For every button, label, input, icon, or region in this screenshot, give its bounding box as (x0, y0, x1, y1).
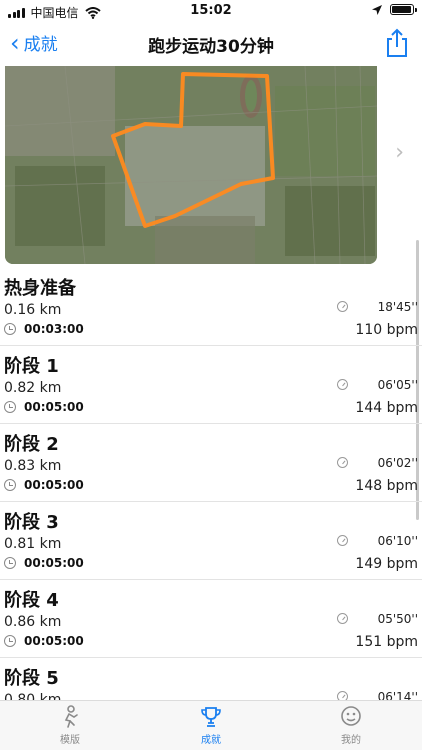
stopwatch-icon (337, 613, 348, 624)
location-arrow-icon (372, 4, 382, 15)
runner-icon (64, 705, 78, 728)
segment-pace-row: 06'10'' (337, 534, 418, 548)
stopwatch-icon (337, 535, 348, 546)
segment-pace-row: 18'45'' (337, 300, 418, 314)
segment-heart-rate: 110 bpm (355, 322, 418, 338)
segment-distance: 0.16 km (4, 302, 62, 318)
tab-label: 成就 (201, 735, 221, 746)
segment-distance: 0.86 km (4, 614, 62, 630)
segment-title: 阶段 4 (4, 590, 59, 611)
segment-title: 阶段 2 (4, 434, 59, 455)
clock-icon (4, 323, 16, 335)
chevron-right-icon[interactable]: › (395, 140, 404, 165)
stopwatch-icon (337, 457, 348, 468)
segment-pace-row: 05'50'' (337, 612, 418, 626)
route-map[interactable] (5, 66, 377, 264)
segment-title: 热身准备 (4, 278, 76, 299)
status-time: 15:02 (190, 3, 232, 18)
status-bar: 中国电信 15:02 (0, 0, 422, 22)
stopwatch-icon (337, 301, 348, 312)
clock-icon (4, 401, 16, 413)
segment-heart-rate: 148 bpm (355, 478, 418, 494)
segment-heart-rate: 149 bpm (355, 556, 418, 572)
segment-row[interactable]: 热身准备 0.16 km 00:03:00 18'45'' 110 bpm (0, 268, 422, 346)
segment-pace: 05'50'' (377, 612, 418, 626)
segment-title: 阶段 1 (4, 356, 59, 377)
clock-icon (4, 479, 16, 491)
battery-fill (392, 6, 411, 13)
tab-achievements[interactable]: 成就 (171, 705, 251, 746)
segment-pace-row: 06'02'' (337, 456, 418, 470)
segment-title: 阶段 5 (4, 668, 59, 689)
segment-pace: 06'02'' (377, 456, 418, 470)
segment-duration: 00:05:00 (24, 556, 84, 570)
trophy-icon (201, 707, 221, 727)
segment-heart-rate: 144 bpm (355, 400, 418, 416)
segment-duration-row: 00:05:00 (4, 478, 84, 492)
segment-duration-row: 00:03:00 (4, 322, 84, 336)
segment-distance: 0.82 km (4, 380, 62, 396)
status-right (372, 4, 417, 15)
tab-label: 我的 (341, 735, 361, 746)
segment-pace: 18'45'' (377, 300, 418, 314)
segment-row[interactable]: 阶段 4 0.86 km 00:05:00 05'50'' 151 bpm (0, 580, 422, 658)
segment-duration: 00:05:00 (24, 478, 84, 492)
segment-pace: 06'05'' (377, 378, 418, 392)
segment-row[interactable]: 阶段 1 0.82 km 00:05:00 06'05'' 144 bpm (0, 346, 422, 424)
tab-templates[interactable]: 模版 (30, 705, 110, 746)
segment-duration: 00:03:00 (24, 322, 84, 336)
segment-list: 热身准备 0.16 km 00:03:00 18'45'' 110 bpm 阶段 1 0.8… (0, 268, 422, 736)
face-icon (341, 706, 361, 726)
segment-pace: 06'10'' (377, 534, 418, 548)
stopwatch-icon (337, 379, 348, 390)
segment-distance: 0.81 km (4, 536, 62, 552)
tab-profile[interactable]: 我的 (311, 705, 391, 746)
navigation-bar: ‹ 成就 跑步运动30分钟 (0, 22, 422, 66)
segment-title: 阶段 3 (4, 512, 59, 533)
segment-duration-row: 00:05:00 (4, 400, 84, 414)
satellite-map-image (5, 66, 377, 264)
tab-bar: 模版 成就 我的 (0, 700, 422, 750)
page-title: 跑步运动30分钟 (148, 37, 274, 57)
clock-icon (4, 557, 16, 569)
tab-label: 模版 (60, 735, 80, 746)
segment-heart-rate: 151 bpm (355, 634, 418, 650)
segment-duration: 00:05:00 (24, 634, 84, 648)
share-icon[interactable] (384, 28, 410, 58)
segment-duration-row: 00:05:00 (4, 556, 84, 570)
segment-duration-row: 00:05:00 (4, 634, 84, 648)
battery-icon (390, 4, 417, 15)
segment-pace-row: 06'05'' (337, 378, 418, 392)
segment-row[interactable]: 阶段 3 0.81 km 00:05:00 06'10'' 149 bpm (0, 502, 422, 580)
clock-icon (4, 635, 16, 647)
segment-distance: 0.83 km (4, 458, 62, 474)
segment-duration: 00:05:00 (24, 400, 84, 414)
segment-row[interactable]: 阶段 2 0.83 km 00:05:00 06'02'' 148 bpm (0, 424, 422, 502)
